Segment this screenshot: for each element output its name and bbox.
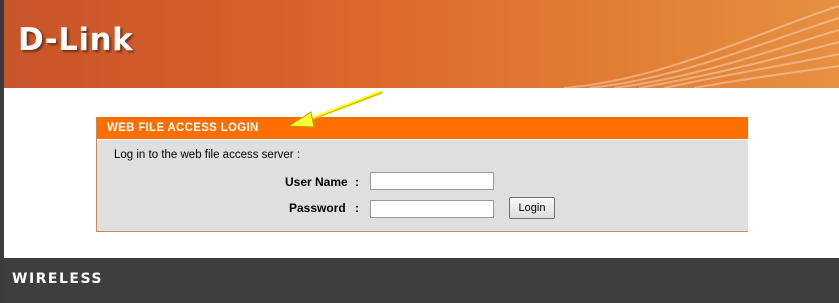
login-intro-text: Log in to the web file access server : (114, 149, 301, 161)
login-button[interactable]: Login (509, 197, 555, 219)
dlink-logo: D-Link (18, 22, 134, 58)
username-input[interactable] (370, 172, 494, 190)
username-label: User Name (285, 175, 348, 189)
footer-bar: WIRELESS (4, 258, 839, 303)
password-colon: : (355, 201, 359, 215)
footer-wireless-text: WIRELESS (12, 271, 104, 287)
password-label: Password (289, 201, 346, 215)
password-input[interactable] (370, 200, 494, 218)
login-panel-title: WEB FILE ACCESS LOGIN (97, 117, 748, 140)
login-panel: WEB FILE ACCESS LOGIN Log in to the web … (96, 117, 748, 232)
header-banner: D-Link (4, 0, 839, 88)
username-colon: : (355, 175, 359, 189)
